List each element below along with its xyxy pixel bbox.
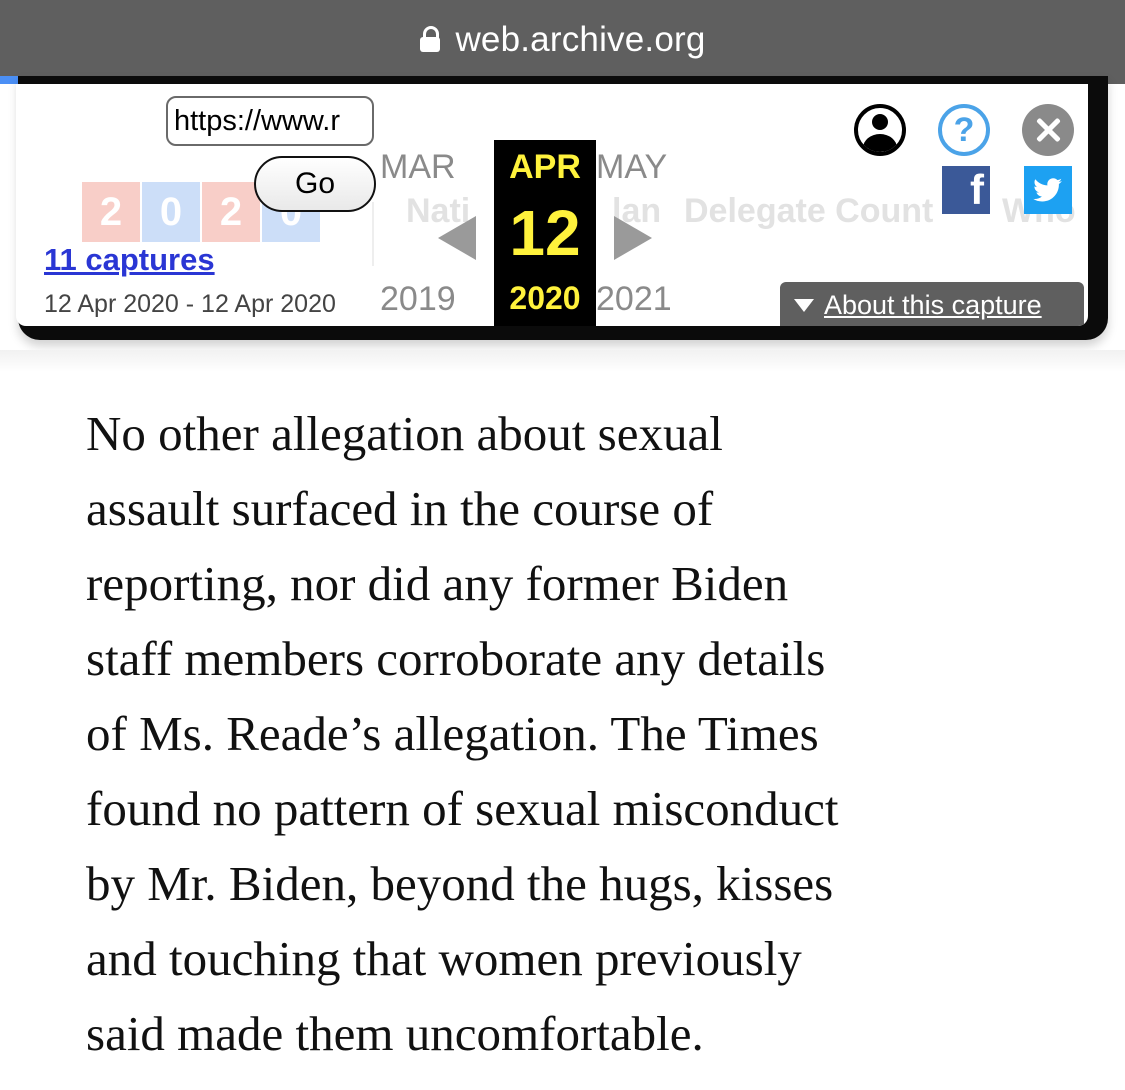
about-label: About this capture	[824, 289, 1042, 320]
toolbar-shadow	[0, 350, 1125, 372]
prev-capture-arrow-icon[interactable]	[438, 216, 476, 260]
wayback-url-input[interactable]	[166, 96, 374, 146]
background-page-text: Delegate Count	[684, 192, 934, 230]
prev-year-link[interactable]: 2019	[380, 280, 456, 319]
prev-month-link[interactable]: MAR	[380, 148, 456, 187]
capture-date-range: 12 Apr 2020 - 12 Apr 2020	[44, 290, 336, 318]
article-line: staff members corroborate any details	[86, 631, 826, 686]
browser-address-bar[interactable]: web.archive.org	[0, 0, 1125, 84]
next-capture-arrow-icon[interactable]	[614, 216, 652, 260]
caret-down-icon	[794, 298, 814, 312]
about-this-capture-button[interactable]: About this capture	[780, 282, 1084, 326]
help-icon[interactable]: ?	[938, 104, 990, 156]
article-line: by Mr. Biden, beyond the hugs, kisses	[86, 856, 834, 911]
go-button[interactable]: Go	[254, 156, 376, 212]
close-icon[interactable]	[1022, 104, 1074, 156]
captures-link[interactable]: 11 captures	[44, 242, 215, 278]
next-year-link[interactable]: 2021	[596, 280, 672, 319]
divider	[372, 202, 374, 266]
wayback-toolbar-panel: 2 0 2 0 Go 11 captures 12 Apr 2020 - 12 …	[16, 84, 1088, 326]
logo-digit: 2	[202, 182, 260, 242]
current-year: 2020	[509, 280, 581, 316]
article-line: assault surfaced in the course of	[86, 481, 714, 536]
article-line: reporting, nor did any former Biden	[86, 556, 789, 611]
next-month-link[interactable]: MAY	[596, 148, 667, 187]
url-display[interactable]: web.archive.org	[0, 14, 1125, 66]
article-line: No other allegation about sexual	[86, 406, 723, 461]
lock-icon	[419, 24, 441, 54]
current-day: 12	[509, 197, 581, 269]
url-text: web.archive.org	[455, 20, 706, 59]
article-line: of Ms. Reade’s allegation. The Times	[86, 706, 819, 761]
logo-digit: 2	[82, 182, 140, 242]
current-month: APR	[509, 148, 581, 186]
article-line: said made them uncomfortable.	[86, 1006, 704, 1061]
article-paragraph: No other allegation about sexual assault…	[86, 396, 1046, 1071]
current-capture-date: APR 12 2020	[494, 140, 596, 326]
article-line: and touching that women previously	[86, 931, 802, 986]
article-line: found no pattern of sexual misconduct	[86, 781, 839, 836]
twitter-icon[interactable]	[1024, 166, 1072, 214]
logo-digit: 0	[142, 182, 200, 242]
facebook-icon[interactable]: f	[942, 166, 990, 214]
user-account-icon[interactable]	[854, 104, 906, 156]
